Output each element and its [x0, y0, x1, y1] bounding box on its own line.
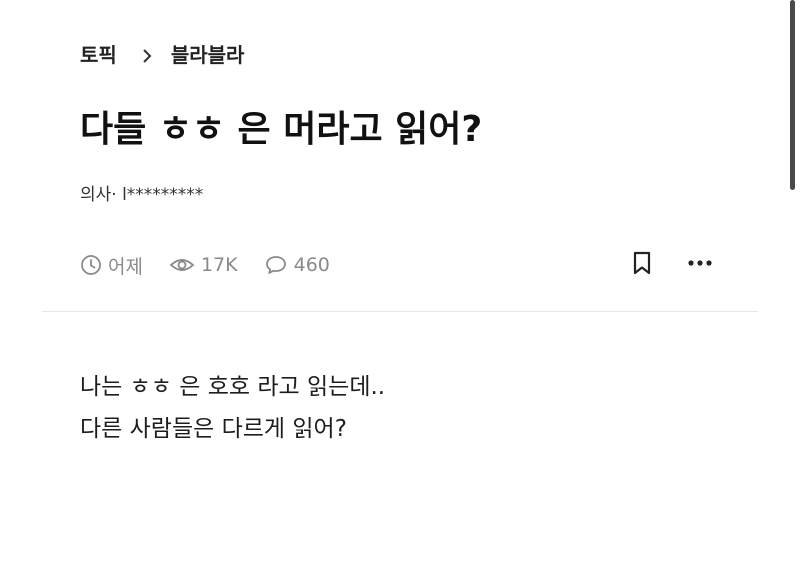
post-views: 17K: [169, 254, 238, 276]
post-title: 다들 ㅎㅎ 은 머라고 읽어?: [80, 109, 483, 150]
eye-icon: [169, 259, 195, 271]
breadcrumb-board-link[interactable]: 블라블라: [171, 39, 245, 68]
post-body-line: 다른 사람들은 다르게 읽어?: [80, 416, 347, 442]
post-meta: 어제 17K 460: [80, 250, 356, 280]
more-button[interactable]: [682, 245, 718, 281]
divider: [42, 311, 758, 312]
post-time-label: 어제: [108, 255, 143, 278]
post-time: 어제: [80, 252, 143, 279]
scrollbar[interactable]: [790, 0, 795, 190]
post-actions: [624, 245, 718, 281]
comment-icon: [265, 256, 286, 274]
bookmark-icon: [633, 251, 651, 275]
bookmark-button[interactable]: [624, 245, 660, 281]
clock-icon: [81, 255, 101, 275]
post-comments-count: 460: [293, 254, 330, 276]
more-icon: [688, 260, 712, 266]
post-body-line: 나는 ㅎㅎ 은 호호 라고 읽는데..: [80, 374, 386, 400]
breadcrumb: 토픽 블라블라: [80, 38, 244, 68]
post-author[interactable]: 의사· l*********: [80, 180, 203, 205]
post-comments[interactable]: 460: [264, 254, 330, 276]
chevron-right-icon: [139, 45, 155, 63]
post-body: 나는 ㅎㅎ 은 호호 라고 읽는데.. 다른 사람들은 다르게 읽어?: [80, 366, 385, 450]
breadcrumb-topic-link[interactable]: 토픽: [80, 39, 117, 68]
post-views-count: 17K: [200, 254, 238, 276]
